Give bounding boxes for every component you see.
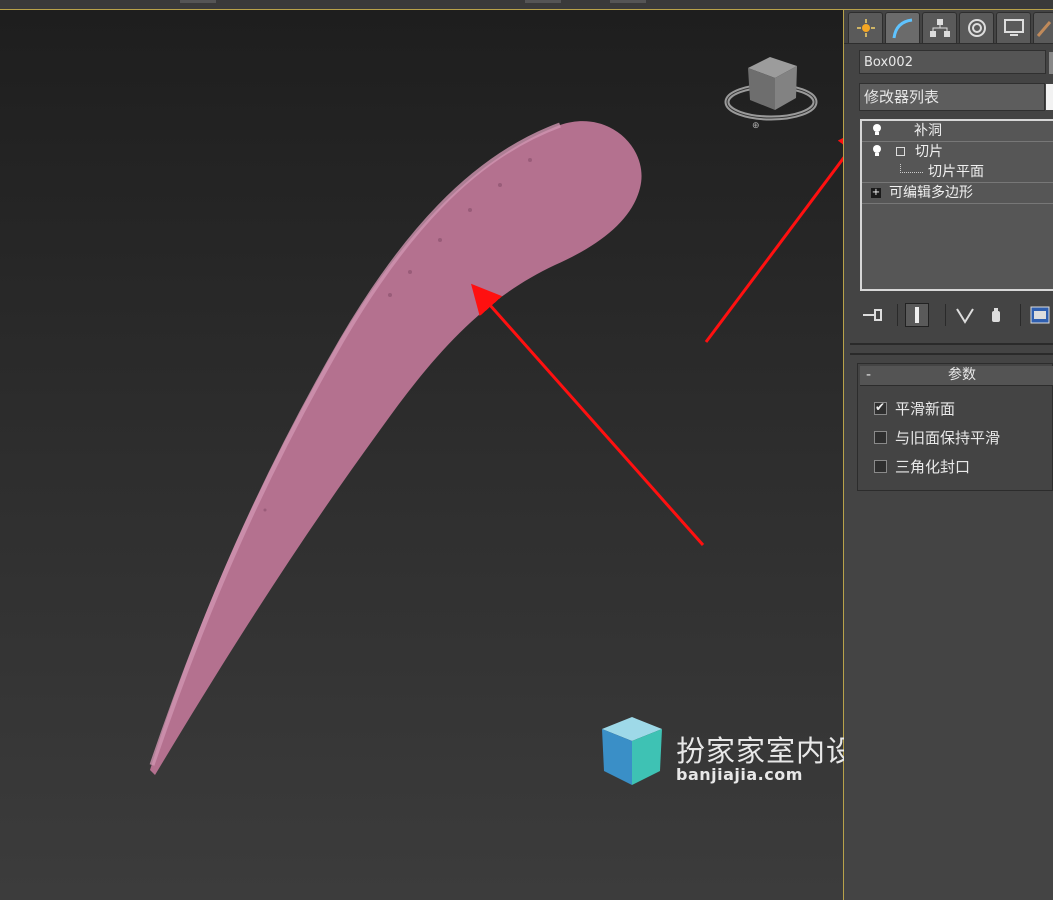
stack-item-slice[interactable]: 切片 <box>862 142 1053 162</box>
stack-toolbar <box>859 301 1053 331</box>
tab-motion[interactable] <box>959 12 994 43</box>
stack-item-label: 补洞 <box>914 123 942 139</box>
divider <box>850 343 1053 345</box>
show-end-result-icon[interactable] <box>905 303 929 327</box>
object-color-swatch[interactable] <box>1049 52 1053 74</box>
tab-display[interactable] <box>996 12 1031 43</box>
stack-item-editable-poly[interactable]: + 可编辑多边形 <box>862 183 1053 204</box>
pink-curved-object[interactable] <box>150 121 642 775</box>
stack-item-slice-plane[interactable]: 切片平面 <box>862 162 1053 183</box>
option-label: 平滑新面 <box>895 399 956 418</box>
make-unique-icon[interactable] <box>953 303 977 327</box>
toolbar-button-stub[interactable] <box>610 0 646 3</box>
modifier-list-dropdown-button[interactable] <box>1046 84 1053 110</box>
stack-item-cap-holes[interactable]: 补洞 <box>862 121 1053 142</box>
stack-item-label: 可编辑多边形 <box>889 185 973 201</box>
command-panel-tabs <box>848 12 1053 44</box>
svg-text:⊕: ⊕ <box>752 121 760 131</box>
divider <box>850 353 1053 355</box>
checkbox-unchecked[interactable] <box>874 430 887 444</box>
bent-curve-icon <box>892 18 912 38</box>
checkbox-checked[interactable] <box>874 400 887 415</box>
viewcube[interactable]: ⊕ <box>724 57 818 131</box>
expand-icon[interactable]: + <box>871 188 881 198</box>
rollout-collapse-toggle[interactable]: - <box>866 366 871 385</box>
annotation-arrow-to-stack <box>704 125 843 343</box>
modifier-list-dropdown[interactable]: 修改器列表 <box>859 83 1045 111</box>
tab-modify[interactable] <box>885 12 920 44</box>
watermark-url: banjiajia.com <box>676 765 803 784</box>
stack-item-label: 切片平面 <box>928 164 984 180</box>
lightbulb-icon[interactable] <box>872 124 882 136</box>
stack-item-label: 切片 <box>915 144 943 160</box>
hierarchy-icon <box>929 19 950 37</box>
tree-connector <box>900 164 923 173</box>
modifier-stack: 补洞 切片 切片平面 + 可编辑多边形 <box>860 119 1053 291</box>
sun-icon <box>856 19 875 37</box>
top-toolbar-strip <box>0 0 1053 10</box>
option-smooth-with-old-faces[interactable]: 与旧面保持平滑 <box>874 427 1000 447</box>
annotation-arrow-to-object <box>471 283 705 546</box>
rollout-header[interactable]: - 参数 <box>860 366 1053 386</box>
parameters-rollout: - 参数 平滑新面 与旧面保持平滑 三角化封口 <box>857 363 1053 491</box>
tab-utilities[interactable] <box>1033 12 1053 43</box>
tab-hierarchy[interactable] <box>922 12 957 43</box>
perspective-viewport[interactable]: ⊕ 扮家家室内设计 banjiajia.com <box>0 10 885 900</box>
toolbar-button-stub[interactable] <box>525 0 561 3</box>
command-panel: Box002 修改器列表 补洞 切片 切片平面 + 可编辑多边形 - 参数 ✔ … <box>844 10 1053 900</box>
configure-modifier-sets-icon[interactable] <box>1028 303 1052 327</box>
monitor-icon <box>1003 19 1024 36</box>
tab-divider <box>844 43 1053 44</box>
toolbar-button-stub[interactable] <box>180 0 216 3</box>
option-smooth-new-faces[interactable]: 平滑新面 <box>874 398 955 418</box>
lightbulb-icon[interactable] <box>872 145 882 157</box>
tab-create[interactable] <box>848 12 883 43</box>
collapse-icon[interactable] <box>896 147 905 156</box>
pin-stack-icon[interactable] <box>861 303 885 327</box>
object-name-field[interactable]: Box002 <box>859 50 1046 74</box>
rollout-title: 参数 <box>948 367 976 383</box>
remove-modifier-icon[interactable] <box>984 303 1008 327</box>
hammer-icon <box>1036 21 1052 37</box>
option-label: 三角化封口 <box>895 457 971 476</box>
checkbox-unchecked[interactable] <box>874 459 887 473</box>
option-label: 与旧面保持平滑 <box>895 428 1001 447</box>
motion-target-icon <box>967 19 986 37</box>
option-triangulate-cap[interactable]: 三角化封口 <box>874 456 970 476</box>
watermark-logo-icon <box>602 717 662 785</box>
